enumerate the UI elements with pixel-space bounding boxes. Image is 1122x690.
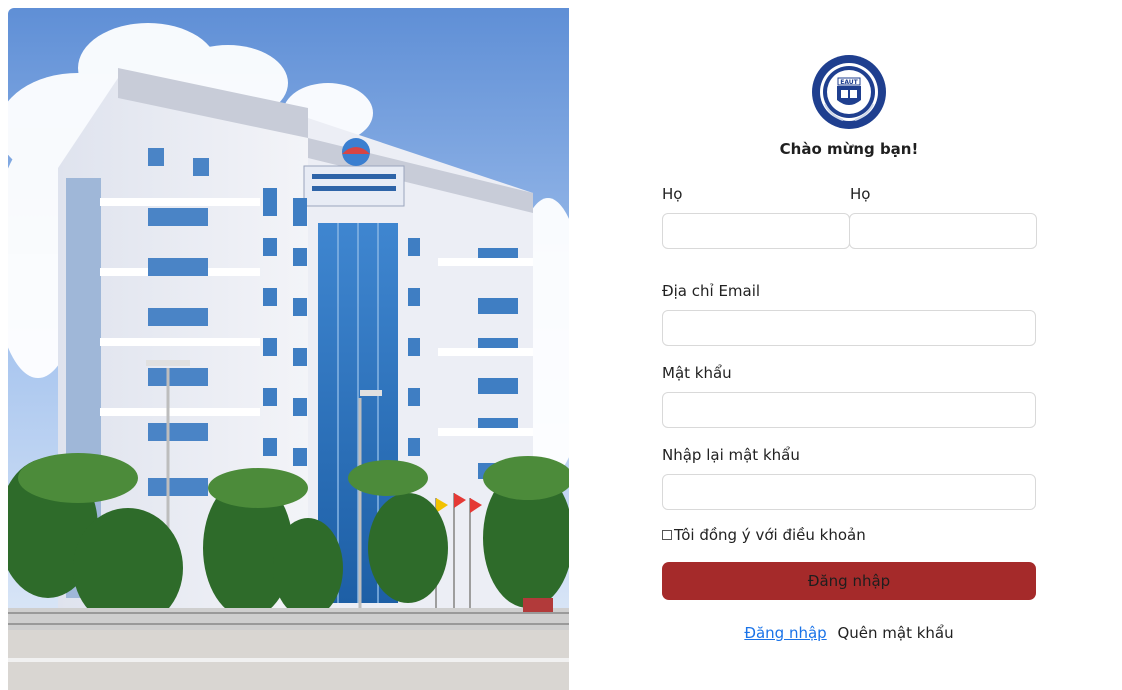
password-label: Mật khẩu [662, 364, 732, 382]
terms-label[interactable]: Tôi đồng ý với điều khoản [674, 526, 866, 544]
university-logo: EAUT [811, 54, 887, 130]
email-input[interactable] [662, 310, 1036, 346]
last-name-input[interactable] [849, 213, 1037, 249]
register-page: EAUT Chào mừng bạn! Họ Họ Địa chỉ Email … [0, 0, 1122, 690]
login-link[interactable]: Đăng nhập [744, 624, 826, 642]
last-name-label: Họ [850, 185, 871, 203]
first-name-label: Họ [662, 185, 683, 203]
welcome-heading: Chào mừng bạn! [779, 140, 919, 158]
submit-button[interactable]: Đăng nhập [662, 562, 1036, 600]
terms-checkbox[interactable] [662, 530, 672, 540]
auth-links: Đăng nhập Quên mật khẩu [662, 624, 1036, 642]
terms-row: Tôi đồng ý với điều khoản [662, 526, 866, 544]
confirm-password-input[interactable] [662, 474, 1036, 510]
university-seal-icon: EAUT [812, 55, 886, 129]
logo-text: EAUT [840, 79, 858, 86]
password-input[interactable] [662, 392, 1036, 428]
email-label: Địa chỉ Email [662, 282, 761, 300]
forgot-password-link[interactable]: Quên mật khẩu [837, 624, 953, 642]
campus-building-photo [8, 8, 569, 690]
confirm-password-label: Nhập lại mật khẩu [662, 446, 800, 464]
first-name-input[interactable] [662, 213, 850, 249]
